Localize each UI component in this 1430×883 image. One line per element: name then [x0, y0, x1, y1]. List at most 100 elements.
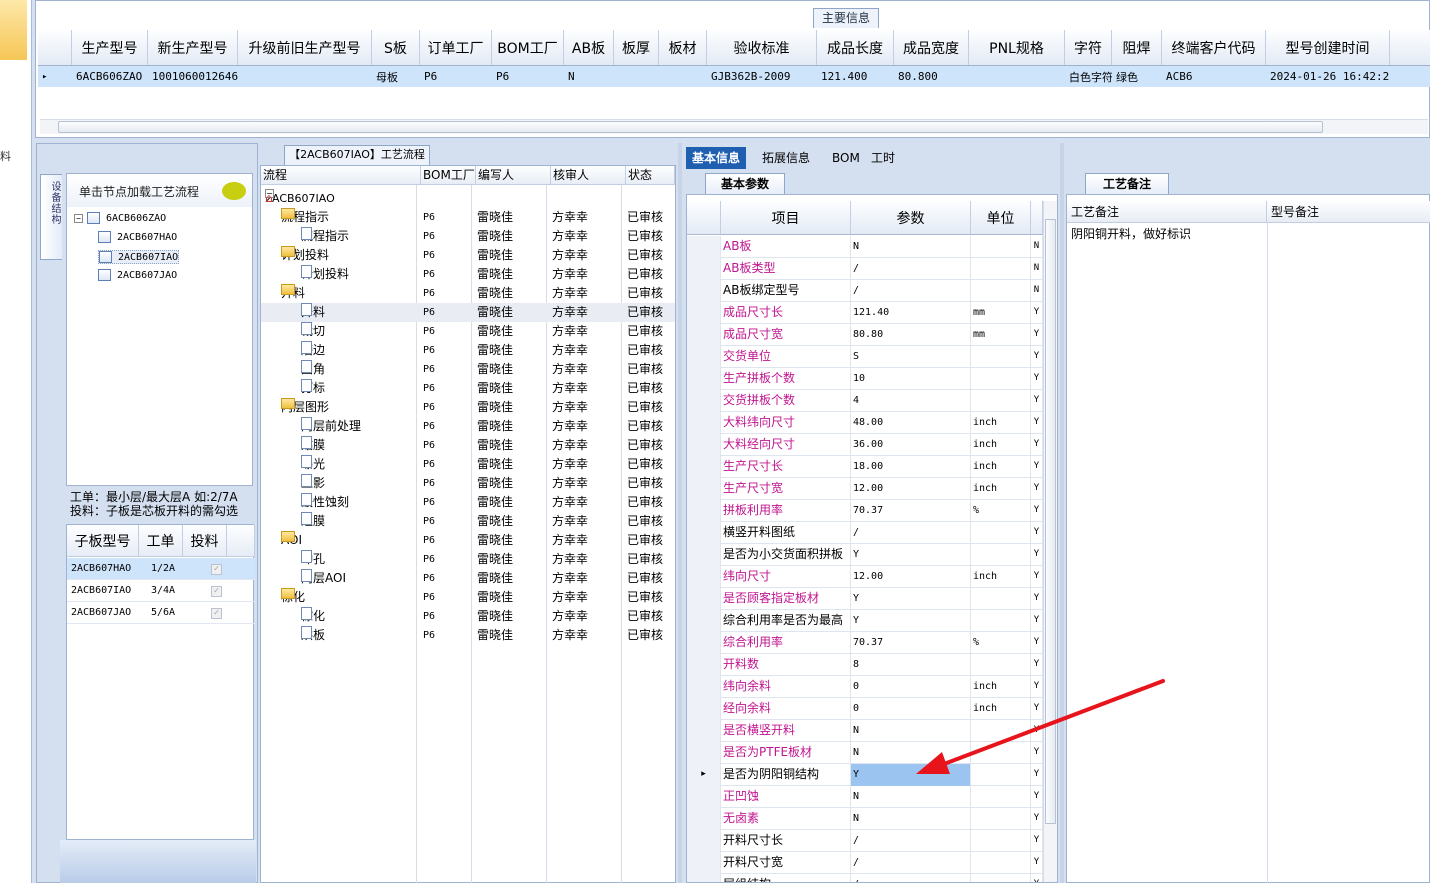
header-6[interactable]: AB板	[564, 30, 614, 65]
cell-16[interactable]: 2024-01-26 16:42:29	[1266, 66, 1390, 87]
cell-2[interactable]	[238, 66, 372, 87]
param-row[interactable]: 综合利用率是否为最高 Y Y	[687, 610, 1043, 632]
param-value[interactable]: N	[851, 808, 971, 830]
param-row[interactable]: 无卤素 N Y	[687, 808, 1043, 830]
param-value[interactable]: 80.80	[851, 324, 971, 346]
row-header[interactable]	[687, 280, 721, 302]
param-value[interactable]: 18.00	[851, 456, 971, 478]
row-header[interactable]	[687, 390, 721, 412]
flow-root[interactable]: − ⌂ 2ACB607IAO	[261, 189, 675, 208]
cell-6[interactable]: N	[564, 66, 614, 87]
tree-node[interactable]: 2ACB607HAO	[98, 231, 177, 243]
feed-checkbox[interactable]: ✓	[211, 563, 222, 575]
param-value[interactable]: 0	[851, 698, 971, 720]
flow-row[interactable]: 流程指示 P6 雷晓佳 方幸幸 已审核	[261, 227, 675, 246]
header-9[interactable]: 验收标准	[707, 30, 817, 65]
header-3[interactable]: S板	[372, 30, 420, 65]
param-value[interactable]: Y	[851, 764, 971, 786]
row-header[interactable]	[687, 412, 721, 434]
cell-14[interactable]: 绿色	[1112, 66, 1162, 87]
row-header[interactable]	[687, 368, 721, 390]
sub-row[interactable]: 2ACB607JAO 5/6A ✓	[67, 602, 255, 624]
flow-row[interactable]: 冲孔 P6 雷晓佳 方幸幸 已审核	[261, 550, 675, 569]
tab-1[interactable]: 拓展信息	[756, 147, 816, 169]
param-row[interactable]: 交货拼板个数 4 Y	[687, 390, 1043, 412]
param-value[interactable]: 0	[851, 676, 971, 698]
scroll-thumb[interactable]	[58, 121, 1323, 133]
row-header[interactable]	[687, 808, 721, 830]
flow-row[interactable]: 内层前处理 P6 雷晓佳 方幸幸 已审核	[261, 417, 675, 436]
params-vertical-scrollbar[interactable]	[1043, 201, 1057, 882]
header-4[interactable]: 订单工厂	[420, 30, 492, 65]
row-header[interactable]	[687, 588, 721, 610]
row-header[interactable]	[687, 258, 721, 280]
header-7[interactable]: 板厚	[614, 30, 659, 65]
param-value[interactable]: 4	[851, 390, 971, 412]
cell-5[interactable]: P6	[492, 66, 564, 87]
header-15[interactable]: 终端客户代码	[1162, 30, 1266, 65]
param-value[interactable]: N	[851, 720, 971, 742]
flow-row[interactable]: 磨边 P6 雷晓佳 方幸幸 已审核	[261, 341, 675, 360]
param-value[interactable]: /	[851, 874, 971, 882]
cell-4[interactable]: P6	[420, 66, 492, 87]
header-2[interactable]: 升级前旧生产型号	[238, 30, 372, 65]
main-info-row[interactable]: ▸ 6ACB606ZAO 10010600126467 母板 P6 P6 N GJB362B-…	[38, 66, 1430, 87]
param-value[interactable]: Y	[851, 588, 971, 610]
param-row[interactable]: 纬向尺寸 12.00 inch Y	[687, 566, 1043, 588]
header-1[interactable]: 新生产型号	[148, 30, 238, 65]
cell-0[interactable]: 6ACB606ZAO	[72, 66, 148, 87]
param-value[interactable]: Y	[851, 610, 971, 632]
cell-11[interactable]: 80.800	[894, 66, 969, 87]
param-row[interactable]: 交货单位 S Y	[687, 346, 1043, 368]
flow-header-2[interactable]: 编写人	[476, 166, 551, 185]
expand-toggle-icon[interactable]: −	[74, 213, 83, 223]
param-row[interactable]: 经向余料 0 inch Y	[687, 698, 1043, 720]
param-value[interactable]: 10	[851, 368, 971, 390]
cell-3[interactable]: 母板	[372, 66, 420, 87]
row-header[interactable]	[687, 852, 721, 874]
sub-header-0[interactable]: 子板型号	[67, 525, 139, 557]
row-header[interactable]	[687, 566, 721, 588]
param-value[interactable]: 8	[851, 654, 971, 676]
param-row[interactable]: 是否横竖开料 N Y	[687, 720, 1043, 742]
flow-row[interactable]: 贴膜 P6 雷晓佳 方幸幸 已审核	[261, 436, 675, 455]
header-10[interactable]: 成品长度	[817, 30, 894, 65]
cell-7[interactable]	[614, 66, 659, 87]
param-row[interactable]: 大料纬向尺寸 48.00 inch Y	[687, 412, 1043, 434]
sub-header-2[interactable]: 投料	[183, 525, 227, 557]
row-selector[interactable]: ▸	[38, 66, 72, 87]
flow-row[interactable]: −棕化P6雷晓佳方幸幸已审核	[261, 588, 675, 607]
row-header[interactable]	[687, 742, 721, 764]
row-header[interactable]	[687, 302, 721, 324]
param-row[interactable]: 是否顾客指定板材 Y Y	[687, 588, 1043, 610]
tab-2[interactable]: BOM	[826, 147, 866, 169]
param-row[interactable]: ▸ 是否为阴阳铜结构 Y Y	[687, 764, 1043, 786]
header-11[interactable]: 成品宽度	[894, 30, 969, 65]
param-row[interactable]: 生产尺寸宽 12.00 inch Y	[687, 478, 1043, 500]
cell-13[interactable]: 白色字符	[1065, 66, 1112, 87]
collapse-nub[interactable]	[0, 0, 27, 60]
header-12[interactable]: PNL规格	[969, 30, 1065, 65]
param-value[interactable]: 48.00	[851, 412, 971, 434]
param-row[interactable]: 生产尺寸长 18.00 inch Y	[687, 456, 1043, 478]
param-row[interactable]: 拼板利用率 70.37% Y	[687, 500, 1043, 522]
flow-row[interactable]: 曝光 P6 雷晓佳 方幸幸 已审核	[261, 455, 675, 474]
param-row[interactable]: AB板绑定型号 / N	[687, 280, 1043, 302]
tree-node[interactable]: − 6ACB606ZAO	[74, 212, 166, 224]
row-header[interactable]	[687, 434, 721, 456]
flow-row[interactable]: −AOIP6雷晓佳方幸幸已审核	[261, 531, 675, 550]
flow-row[interactable]: 退膜 P6 雷晓佳 方幸幸 已审核	[261, 512, 675, 531]
param-row[interactable]: 开料尺寸长 / Y	[687, 830, 1043, 852]
param-value[interactable]: 70.37	[851, 632, 971, 654]
flow-row[interactable]: 计划投料 P6 雷晓佳 方幸幸 已审核	[261, 265, 675, 284]
row-header[interactable]	[687, 236, 721, 258]
row-header[interactable]	[687, 456, 721, 478]
param-row[interactable]: 纬向余料 0 inch Y	[687, 676, 1043, 698]
tab-3[interactable]: 工时	[865, 147, 901, 169]
row-header[interactable]	[687, 500, 721, 522]
flow-row[interactable]: −内层图形P6雷晓佳方幸幸已审核	[261, 398, 675, 417]
param-value[interactable]: /	[851, 258, 971, 280]
row-header[interactable]	[687, 720, 721, 742]
row-header[interactable]	[687, 874, 721, 882]
flow-header-0[interactable]: 流程	[261, 166, 421, 185]
